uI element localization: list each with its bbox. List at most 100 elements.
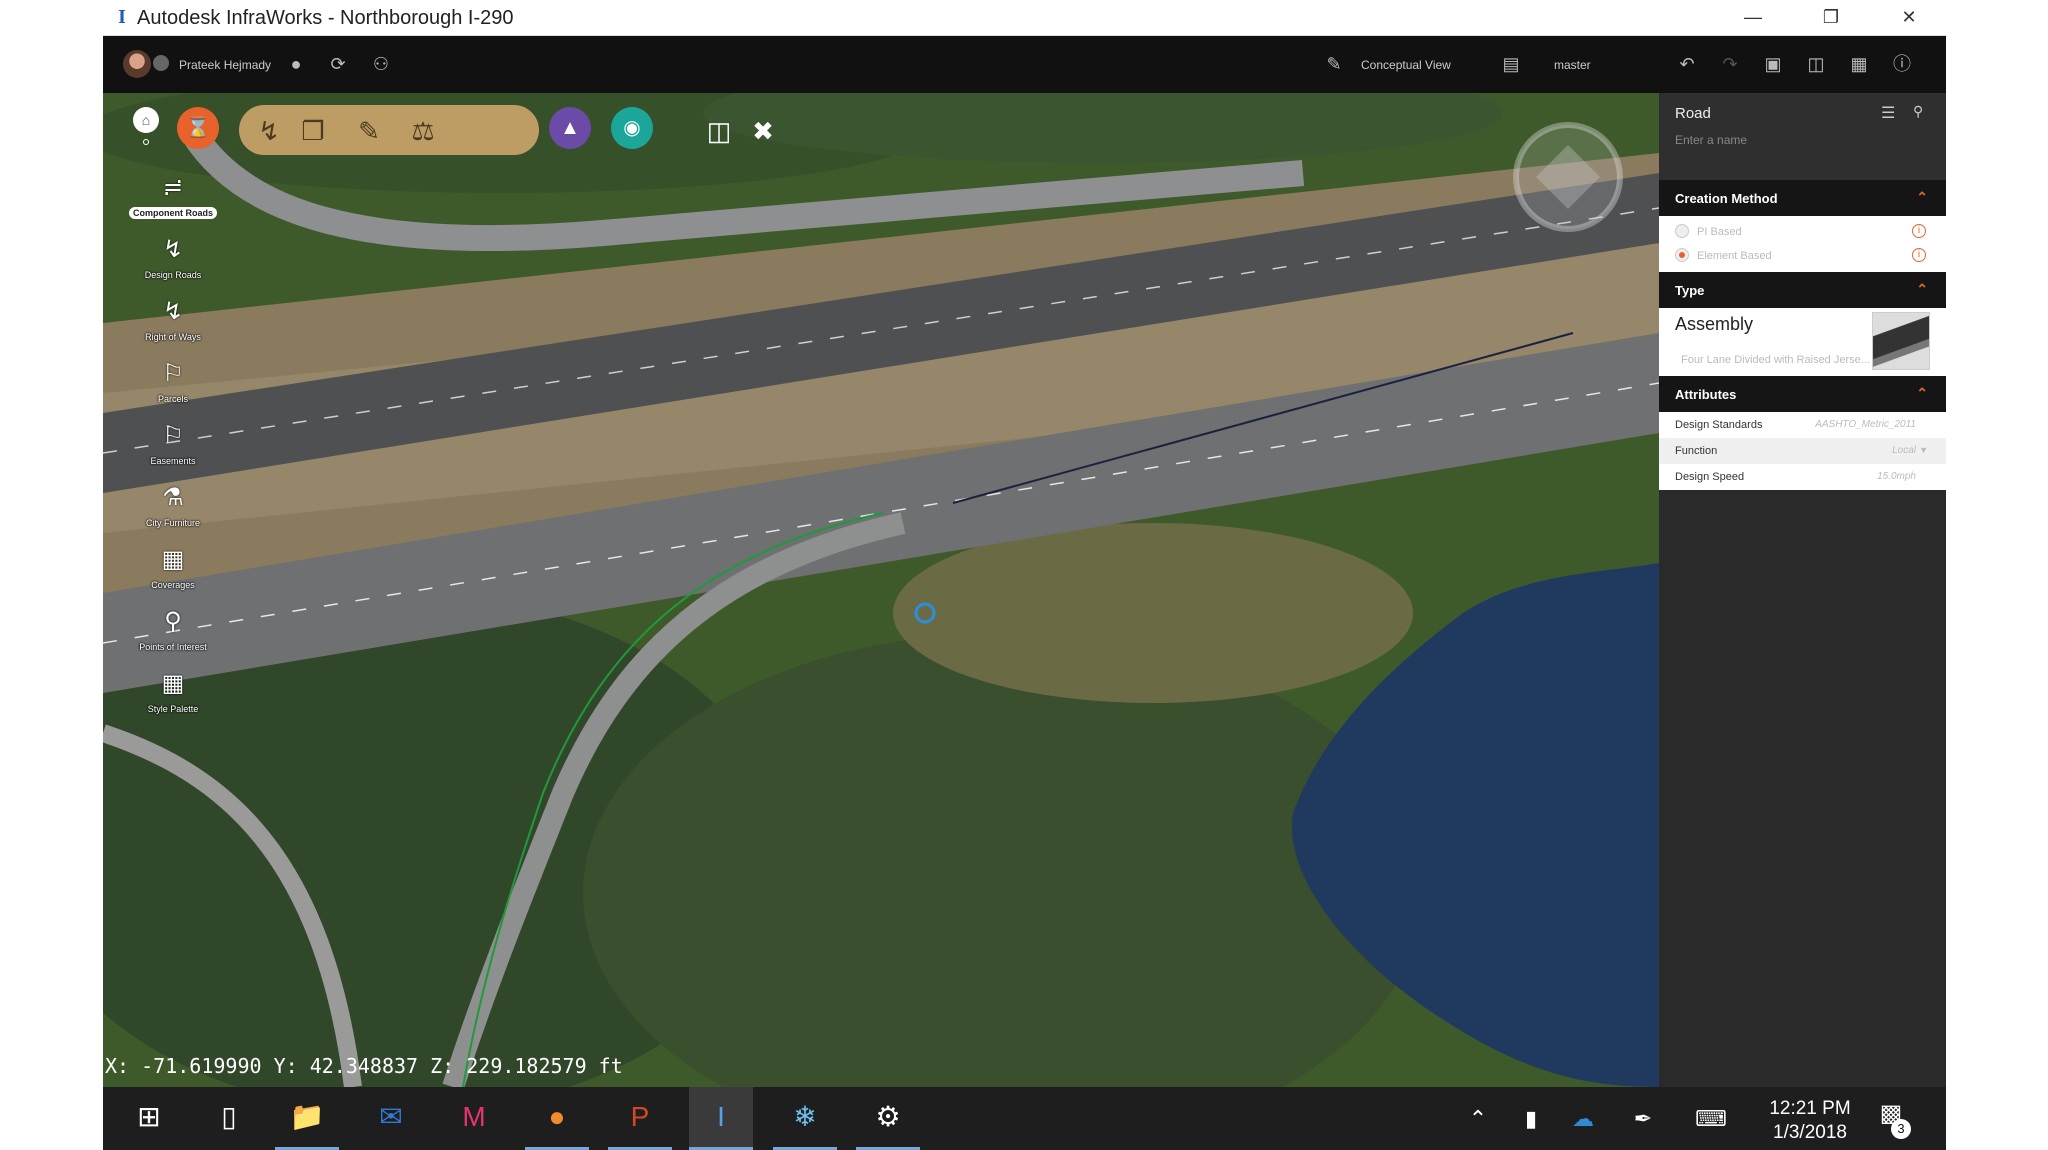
radio-button[interactable] — [1675, 224, 1689, 238]
tool-coverages[interactable]: ▦ Coverages — [121, 545, 225, 607]
fullscreen-icon[interactable]: ▦ — [1847, 52, 1871, 76]
nav-dot[interactable] — [143, 139, 149, 145]
redo-icon[interactable]: ↷ — [1718, 52, 1742, 76]
map-viewport[interactable]: ⌂ ⌛ ↯ ❐ ✎ ⚖ ▲ ◉ ◫ ✖ ≓ Component Roads ↯ … — [103, 93, 1659, 1087]
tool-city-furniture[interactable]: ⚗ City Furniture — [121, 483, 225, 545]
assembly-selector[interactable]: Assembly Four Lane Divided with Raised J… — [1659, 308, 1946, 376]
left-toolbar: ≓ Component Roads ↯ Design Roads ↯ Right… — [121, 173, 225, 731]
attributes-header[interactable]: Attributes ⌃ — [1659, 376, 1946, 412]
mail-app-icon[interactable]: M — [442, 1087, 506, 1150]
radio-button[interactable] — [1675, 248, 1689, 262]
properties-panel: Road Enter a name ☰ ⚲ Creation Method ⌃ … — [1659, 93, 1946, 1087]
chevron-up-icon[interactable]: ⌃ — [1916, 281, 1928, 298]
status-circle-icon[interactable]: ● — [284, 52, 308, 76]
keyboard-icon[interactable]: ⌨ — [1687, 1087, 1735, 1150]
notification-center-icon[interactable]: ▩ 3 — [1869, 1099, 1913, 1139]
tool-label: Style Palette — [147, 704, 199, 714]
tool-style-palette[interactable]: ▦ Style Palette — [121, 669, 225, 731]
attr-function[interactable]: Function Local ▼ — [1659, 438, 1946, 464]
task-view-icon[interactable]: ▯ — [197, 1087, 261, 1150]
attr-key: Design Speed — [1675, 471, 1745, 483]
tool-easements[interactable]: ⚐ Easements — [121, 421, 225, 483]
tool-label: Right of Ways — [145, 332, 201, 342]
outlook-icon[interactable]: ✉ — [359, 1087, 423, 1150]
attr-value[interactable]: Local — [1892, 445, 1916, 456]
creation-method-header[interactable]: Creation Method ⌃ — [1659, 180, 1946, 216]
undo-icon[interactable]: ↶ — [1675, 52, 1699, 76]
present-icon[interactable]: ◫ — [699, 111, 739, 151]
firefox-icon[interactable]: ● — [525, 1087, 589, 1150]
analyze-icon[interactable]: ⚖ — [403, 111, 443, 151]
windows-start-icon[interactable]: ⊞ — [117, 1087, 181, 1150]
attr-value[interactable]: 15.0mph — [1877, 471, 1916, 482]
section-title: Creation Method — [1675, 191, 1778, 206]
type-header[interactable]: Type ⌃ — [1659, 272, 1946, 308]
attr-design-standards[interactable]: Design Standards AASHTO_Metric_2011 — [1659, 412, 1946, 438]
attr-design-speed[interactable]: Design Speed 15.0mph — [1659, 464, 1946, 490]
create-tool-button[interactable]: ⌛ — [177, 107, 219, 149]
tool-design-roads[interactable]: ↯ Design Roads — [121, 235, 225, 297]
info-icon[interactable]: i — [1912, 248, 1926, 262]
avatar[interactable] — [123, 50, 151, 78]
view-mode-label[interactable]: Conceptual View — [1361, 58, 1451, 72]
chevron-up-icon[interactable]: ⌃ — [1916, 385, 1928, 402]
settings-icon[interactable]: ⚙ — [856, 1087, 920, 1150]
clock[interactable]: 12:21 PM 1/3/2018 — [1758, 1097, 1862, 1145]
powerpoint-icon[interactable]: P — [608, 1087, 672, 1150]
sketch-icon[interactable]: ✎ — [349, 111, 389, 151]
tool-right-of-ways[interactable]: ↯ Right of Ways — [121, 297, 225, 359]
user-menu-icon[interactable] — [153, 55, 169, 71]
onedrive-icon[interactable]: ☁ — [1565, 1087, 1601, 1150]
assembly-name: Assembly — [1675, 314, 1754, 334]
tool-parcels[interactable]: ⚐ Parcels — [121, 359, 225, 421]
easements-icon: ⚐ — [162, 422, 184, 449]
radio-label: Element Based — [1697, 250, 1772, 262]
restore-button[interactable]: ❐ — [1792, 0, 1870, 36]
infraworks-taskbar-icon[interactable]: I — [689, 1087, 753, 1150]
name-input[interactable]: Enter a name — [1675, 133, 1747, 147]
drainage-tool-button[interactable]: ◉ — [611, 107, 653, 149]
home-view-icon[interactable]: ⌂ — [133, 107, 159, 133]
panel-header: Road Enter a name ☰ ⚲ — [1659, 93, 1946, 180]
attr-key: Design Standards — [1675, 419, 1763, 431]
creation-method-body: PI Based i Element Based i — [1659, 216, 1946, 272]
help-icon[interactable]: ⓘ — [1890, 52, 1914, 76]
chevron-down-icon[interactable]: ▼ — [1919, 445, 1928, 455]
bridge-tool-button[interactable]: ▲ — [549, 107, 591, 149]
radio-pi-based[interactable]: PI Based i — [1659, 220, 1946, 244]
sync-icon[interactable]: ⟳ — [326, 52, 350, 76]
copy-model-icon[interactable]: ❐ — [293, 111, 333, 151]
file-explorer-icon[interactable]: 📁 — [275, 1087, 339, 1150]
tool-label: Coverages — [151, 580, 195, 590]
attributes-body: Design Standards AASHTO_Metric_2011 Func… — [1659, 412, 1946, 490]
model-explorer-icon[interactable]: ▣ — [1761, 52, 1785, 76]
radio-element-based[interactable]: Element Based i — [1659, 244, 1946, 268]
menu-icon[interactable]: ☰ — [1881, 103, 1895, 123]
view-mode-icon[interactable]: ✎ — [1322, 52, 1346, 76]
attr-value[interactable]: AASHTO_Metric_2011 — [1815, 419, 1916, 430]
pin-icon[interactable]: ⚲ — [1913, 103, 1923, 120]
tool-component-roads[interactable]: ≓ Component Roads — [121, 173, 225, 235]
chevron-up-icon[interactable]: ⌃ — [1916, 189, 1928, 206]
window-titlebar: I Autodesk InfraWorks - Northborough I-2… — [103, 0, 1946, 36]
info-icon[interactable]: i — [1912, 224, 1926, 238]
minimize-button[interactable]: — — [1714, 0, 1792, 36]
aerial-map[interactable] — [103, 93, 1659, 1087]
panel-title: Road — [1675, 105, 1711, 122]
component-roads-icon: ≓ — [162, 174, 184, 201]
branch-icon[interactable]: ▤ — [1499, 52, 1523, 76]
road-design-icon[interactable]: ↯ — [249, 111, 289, 151]
assembly-thumbnail[interactable] — [1872, 312, 1930, 370]
branch-label[interactable]: master — [1554, 58, 1591, 72]
infraworks-app-icon: I — [118, 6, 126, 28]
taskbar: ⊞ ▯ 📁 ✉ M ● P I ❄ ⚙ ⌃ ▮ ☁ ✒ ⌨ 12:21 PM 1… — [103, 1087, 1946, 1150]
close-button[interactable]: ✕ — [1870, 0, 1948, 36]
collaboration-icon[interactable]: ⚇ — [369, 52, 393, 76]
settings-tools-icon[interactable]: ✖ — [743, 111, 783, 151]
pen-icon[interactable]: ✒ — [1625, 1087, 1661, 1150]
tool-points-of-interest[interactable]: ⚲ Points of Interest — [121, 607, 225, 669]
battery-icon[interactable]: ▮ — [1513, 1087, 1549, 1150]
snowflake-app-icon[interactable]: ❄ — [773, 1087, 837, 1150]
chevron-up-icon[interactable]: ⌃ — [1463, 1087, 1493, 1150]
panel-toggle-icon[interactable]: ◫ — [1804, 52, 1828, 76]
